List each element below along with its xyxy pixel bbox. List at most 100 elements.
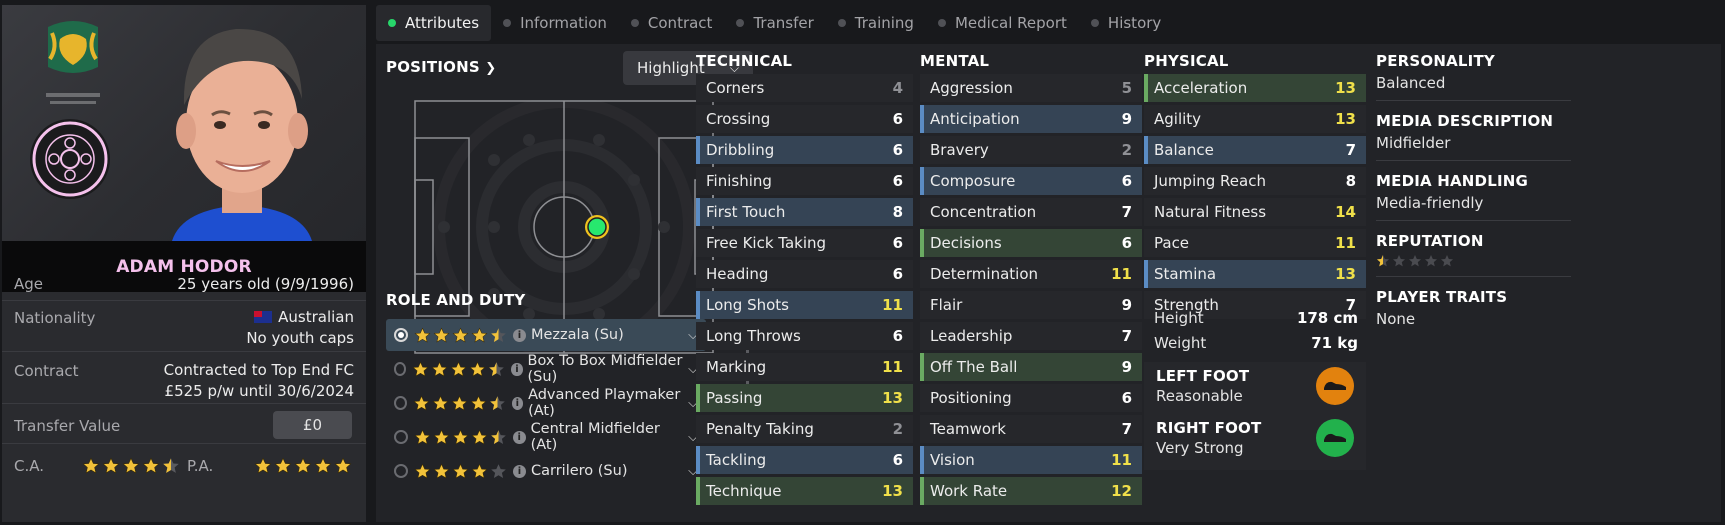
pa-label: P.A. [187,457,214,475]
role-row[interactable]: i Carrilero (Su) ⌵ [386,455,706,487]
star-icon [1376,254,1390,268]
tab-attributes[interactable]: Attributes [376,5,492,41]
attribute-row[interactable]: Free Kick Taking 6 [696,229,913,257]
attribute-row[interactable]: Decisions 6 [920,229,1142,257]
star-icon [452,327,469,344]
mental-header: MENTAL [920,52,990,70]
info-icon[interactable]: i [511,396,524,410]
role-stars [414,463,507,480]
attribute-row[interactable]: Aggression 5 [920,74,1142,102]
attribute-row[interactable]: Bravery 2 [920,136,1142,164]
attribute-row[interactable]: Leadership 7 [920,322,1142,350]
star-icon [414,463,431,480]
attribute-value: 6 [892,327,903,345]
star-icon [1408,254,1422,268]
attribute-value: 11 [1111,451,1132,469]
attribute-name: Pace [1154,234,1190,252]
star-icon [162,457,180,475]
attribute-row[interactable]: Jumping Reach 8 [1144,167,1366,195]
attribute-value: 6 [1121,172,1132,190]
transfer-value-box[interactable]: £0 [273,411,352,439]
chevron-right-icon: ❯ [485,61,497,76]
attribute-row[interactable]: Work Rate 12 [920,477,1142,505]
tab-training[interactable]: Training [826,5,926,41]
role-duty-header: ROLE AND DUTY [386,291,526,309]
attribute-name: Leadership [930,327,1013,345]
attribute-value: 8 [892,203,903,221]
attribute-row[interactable]: Vision 11 [920,446,1142,474]
height-label: Height [1154,309,1204,327]
left-foot-value: Reasonable [1156,387,1243,405]
role-radio[interactable] [394,464,408,478]
role-stars [413,395,506,412]
attribute-row[interactable]: Flair 9 [920,291,1142,319]
tab-contract[interactable]: Contract [619,5,725,41]
attribute-row[interactable]: Heading 6 [696,260,913,288]
contract-value[interactable]: Contracted to Top End FC £525 p/w until … [164,360,354,402]
positions-title: POSITIONS [386,58,480,76]
role-radio[interactable] [394,430,408,444]
role-list: i Mezzala (Su) ⌵ i Box To Box Midfielder… [386,319,706,489]
attribute-row[interactable]: Teamwork 7 [920,415,1142,443]
tab-transfer[interactable]: Transfer [724,5,825,41]
attribute-value: 11 [1111,265,1132,283]
attribute-value: 2 [892,420,903,438]
star-icon [450,361,467,378]
role-radio[interactable] [394,362,407,376]
attribute-row[interactable]: Long Shots 11 [696,291,913,319]
attribute-row[interactable]: Determination 11 [920,260,1142,288]
positions-header[interactable]: POSITIONS ❯ [386,58,496,76]
role-row[interactable]: i Box To Box Midfielder (Su) ⌵ [386,353,706,385]
attribute-row[interactable]: Stamina 13 [1144,260,1366,288]
role-row[interactable]: i Advanced Playmaker (At) ⌵ [386,387,706,419]
position-pitch[interactable] [414,100,714,354]
attribute-row[interactable]: Concentration 7 [920,198,1142,226]
player-traits-label: PLAYER TRAITS [1376,288,1508,306]
tab-information[interactable]: Information [491,5,619,41]
tab-status-dot [1090,19,1099,27]
attribute-name: Off The Ball [930,358,1018,376]
attribute-name: Corners [706,79,765,97]
role-radio[interactable] [394,328,408,342]
attribute-value: 11 [882,358,903,376]
attribute-row[interactable]: Finishing 6 [696,167,913,195]
attribute-row[interactable]: Positioning 6 [920,384,1142,412]
tab-history[interactable]: History [1079,5,1173,41]
attribute-value: 4 [892,79,903,97]
tab-medical-report[interactable]: Medical Report [926,5,1079,41]
attribute-row[interactable]: Tackling 6 [696,446,913,474]
attribute-row[interactable]: Agility 13 [1144,105,1366,133]
attribute-name: Bravery [930,141,989,159]
star-icon [102,457,120,475]
attribute-row[interactable]: Anticipation 9 [920,105,1142,133]
mental-attributes: Aggression 5 Anticipation 9 Bravery 2 Compo… [920,74,1142,508]
role-row[interactable]: i Central Midfielder (At) ⌵ [386,421,706,453]
attribute-row[interactable]: Crossing 6 [696,105,913,133]
role-radio[interactable] [394,396,407,410]
attribute-row[interactable]: Penalty Taking 2 [696,415,913,443]
attribute-name: Penalty Taking [706,420,814,438]
club-logo [30,119,110,199]
attribute-row[interactable]: Acceleration 13 [1144,74,1366,102]
right-boot-icon [1316,419,1354,457]
attribute-row[interactable]: Passing 13 [696,384,913,412]
attribute-row[interactable]: Long Throws 6 [696,322,913,350]
attribute-row[interactable]: Dribbling 6 [696,136,913,164]
nationality-value[interactable]: Australian No youth caps [246,307,354,349]
attribute-row[interactable]: Off The Ball 9 [920,353,1142,381]
info-icon[interactable]: i [512,430,526,444]
role-stars [412,361,505,378]
attribute-row[interactable]: Marking 11 [696,353,913,381]
physical-header: PHYSICAL [1144,52,1229,70]
info-icon[interactable]: i [513,328,526,342]
attribute-row[interactable]: Composure 6 [920,167,1142,195]
attribute-row[interactable]: Balance 7 [1144,136,1366,164]
attribute-row[interactable]: Technique 13 [696,477,913,505]
attribute-row[interactable]: Natural Fitness 14 [1144,198,1366,226]
attribute-row[interactable]: Pace 11 [1144,229,1366,257]
attribute-row[interactable]: First Touch 8 [696,198,913,226]
info-icon[interactable]: i [513,464,526,478]
attribute-row[interactable]: Corners 4 [696,74,913,102]
info-icon[interactable]: i [511,362,523,376]
role-row[interactable]: i Mezzala (Su) ⌵ [386,319,706,351]
